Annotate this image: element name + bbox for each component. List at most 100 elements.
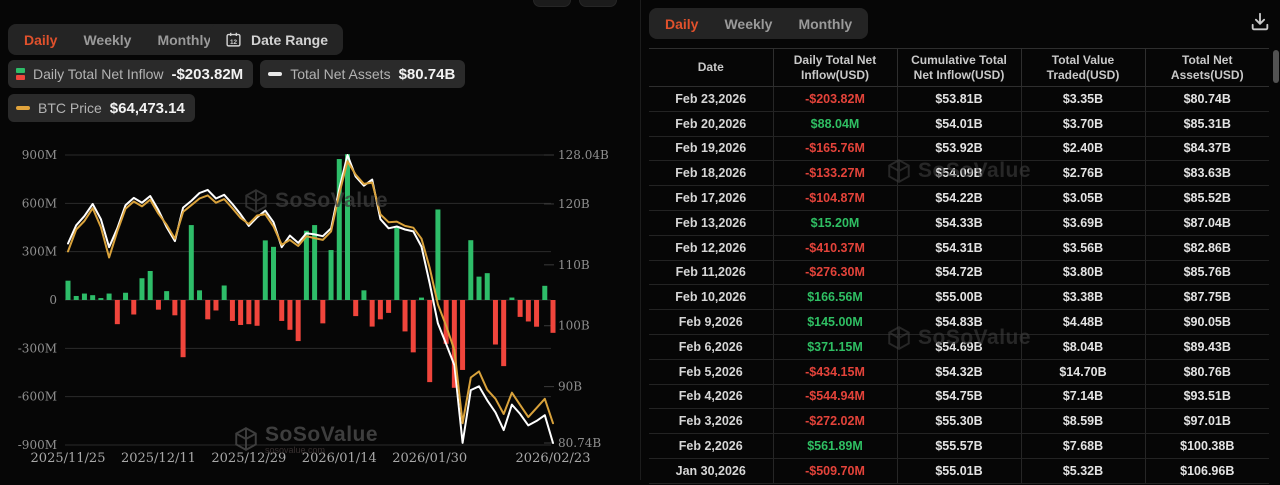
table-row[interactable]: Feb 9,2026 $145.00M $54.83B $4.48B $90.05B (649, 309, 1269, 335)
inflow-bar[interactable] (361, 290, 367, 300)
inflow-bar[interactable] (114, 300, 120, 325)
inflow-bar[interactable] (344, 154, 350, 300)
inflow-bar[interactable] (81, 293, 87, 300)
chart-tab-daily[interactable]: Daily (24, 32, 57, 48)
inflow-bar[interactable] (328, 250, 334, 300)
table-row[interactable]: Feb 20,2026 $88.04M $54.01B $3.70B $85.31B (649, 111, 1269, 137)
table-row[interactable]: Feb 2,2026 $561.89M $55.57B $7.68B $100.38B (649, 433, 1269, 459)
inflow-bar[interactable] (238, 300, 244, 325)
inflow-bar[interactable] (534, 300, 540, 327)
inflow-bar[interactable] (106, 293, 112, 300)
inflow-bar[interactable] (123, 292, 129, 300)
table-row[interactable]: Feb 19,2026 -$165.76M $53.92B $2.40B $84.37B (649, 136, 1269, 162)
inflow-bar[interactable] (73, 295, 79, 300)
inflow-bar[interactable] (205, 300, 211, 320)
assets-cell: $85.76B (1144, 260, 1269, 286)
inflow-bar[interactable] (427, 300, 433, 383)
table-row[interactable]: Feb 17,2026 -$104.87M $54.22B $3.05B $85.52B (649, 185, 1269, 211)
inflow-bar[interactable] (418, 297, 424, 300)
table-scrollbar[interactable] (1273, 50, 1279, 83)
legend-label: BTC Price (38, 100, 102, 116)
inflow-bar[interactable] (320, 300, 326, 324)
toolbar-stub-button-1[interactable] (533, 0, 571, 7)
inflow-bar[interactable] (484, 273, 490, 300)
cumulative-cell: $54.22B (896, 185, 1021, 211)
legend-value: $64,473.14 (109, 99, 185, 117)
table-row[interactable]: Feb 5,2026 -$434.15M $54.32B $14.70B $80.76B (649, 359, 1269, 385)
inflow-bar[interactable] (164, 291, 170, 300)
inflow-bar[interactable] (353, 300, 359, 317)
inflow-bar[interactable] (188, 225, 194, 300)
inflow-bar[interactable] (98, 298, 104, 300)
traded-cell: $4.48B (1020, 309, 1145, 335)
inflow-bar[interactable] (369, 300, 375, 327)
cumulative-cell: $54.31B (896, 235, 1021, 261)
inflow-bar[interactable] (435, 209, 441, 300)
inflow-bar[interactable] (460, 300, 466, 370)
inflow-bar[interactable] (131, 300, 137, 315)
toolbar-stub-button-2[interactable] (579, 0, 617, 7)
table-row[interactable]: Feb 11,2026 -$276.30M $54.72B $3.80B $85.76B (649, 260, 1269, 286)
inflow-bar[interactable] (476, 276, 482, 300)
inflow-bar[interactable] (377, 300, 383, 320)
svg-text:900M: 900M (22, 148, 57, 162)
inflow-bar[interactable] (139, 278, 145, 300)
inflow-bar[interactable] (312, 225, 318, 300)
inflow-bar[interactable] (550, 300, 556, 333)
inflow-bar[interactable] (90, 295, 96, 300)
table-row[interactable]: Feb 4,2026 -$544.94M $54.75B $7.14B $93.51B (649, 384, 1269, 410)
inflow-bar[interactable] (468, 240, 474, 300)
inflow-bar[interactable] (221, 285, 227, 301)
inflow-bar[interactable] (229, 300, 235, 321)
table-row[interactable]: Feb 12,2026 -$410.37M $54.31B $3.56B $82.86B (649, 235, 1269, 261)
inflow-bar[interactable] (394, 226, 400, 300)
inflow-bar[interactable] (172, 300, 178, 316)
inflow-bar[interactable] (517, 300, 523, 317)
traded-cell: $7.14B (1020, 384, 1145, 410)
inflow-bar[interactable] (213, 300, 219, 311)
inflow-bar[interactable] (155, 300, 161, 310)
legend-value: -$203.82M (171, 65, 244, 83)
table-row[interactable]: Feb 6,2026 $371.15M $54.69B $8.04B $89.43B (649, 334, 1269, 360)
inflow-bar[interactable] (254, 300, 260, 326)
date-cell: Feb 20,2026 (649, 111, 773, 137)
inflow-bar[interactable] (303, 230, 309, 300)
inflow-chart[interactable]: 900M 600M 300M 0 -300M -600M -900M 128.04B 120B 1… (0, 140, 640, 480)
inflow-bar[interactable] (65, 280, 71, 300)
inflow-bar[interactable] (246, 300, 252, 325)
legend-value: $80.74B (398, 65, 456, 83)
inflow-bar[interactable] (197, 290, 203, 300)
chart-tab-weekly[interactable]: Weekly (83, 32, 131, 48)
inflow-bar[interactable] (287, 300, 293, 330)
inflow-bar[interactable] (180, 300, 186, 358)
inflow-bar[interactable] (542, 285, 548, 300)
inflow-bar[interactable] (525, 300, 531, 322)
legend-item-1[interactable]: Total Net Assets $80.74B (260, 60, 466, 88)
inflow-bar[interactable] (295, 300, 301, 342)
table-row[interactable]: Feb 18,2026 -$133.27M $54.09B $2.76B $83.63B (649, 160, 1269, 187)
traded-cell: $8.04B (1020, 334, 1145, 360)
inflow-bar[interactable] (492, 300, 498, 345)
inflow-bar[interactable] (271, 246, 277, 300)
table-row[interactable]: Feb 23,2026 -$203.82M $53.81B $3.35B $80.74B (649, 86, 1269, 112)
legend-item-0[interactable]: Daily Total Net Inflow -$203.82M (8, 60, 254, 88)
table-row[interactable]: Feb 10,2026 $166.56M $55.00B $3.38B $87.75B (649, 284, 1269, 311)
chart-tab-monthly[interactable]: Monthly (157, 32, 211, 48)
table-row[interactable]: Feb 13,2026 $15.20M $54.33B $3.69B $87.04B (649, 210, 1269, 236)
table-tab-monthly[interactable]: Monthly (798, 16, 852, 32)
table-tab-weekly[interactable]: Weekly (724, 16, 772, 32)
inflow-bar[interactable] (279, 300, 285, 321)
legend-item-2[interactable]: BTC Price $64,473.14 (8, 94, 195, 122)
inflow-bar[interactable] (262, 240, 268, 300)
cumulative-cell: $54.01B (896, 111, 1021, 137)
inflow-bar[interactable] (386, 300, 392, 313)
inflow-bar[interactable] (147, 271, 153, 300)
table-tab-daily[interactable]: Daily (665, 16, 698, 32)
inflow-bar[interactable] (402, 300, 408, 332)
inflow-bar[interactable] (509, 297, 515, 300)
date-range-button[interactable]: 12 Date Range (210, 24, 344, 55)
table-row[interactable]: Feb 3,2026 -$272.02M $55.30B $8.59B $97.01B (649, 408, 1269, 435)
download-button[interactable] (1249, 11, 1271, 33)
inflow-bar[interactable] (410, 300, 416, 353)
inflow-bar[interactable] (501, 300, 507, 367)
